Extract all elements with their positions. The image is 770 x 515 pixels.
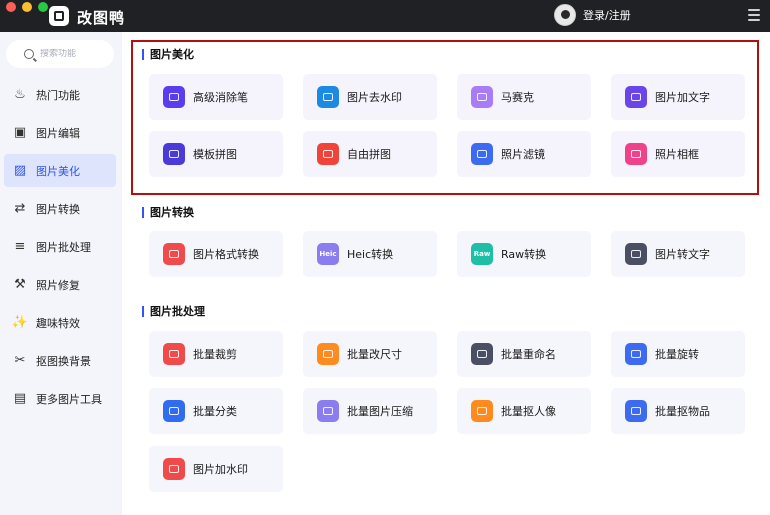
tool-card-label: 图片格式转换 bbox=[193, 248, 259, 261]
batch-compress-icon bbox=[317, 400, 339, 422]
sidebar-item[interactable]: ▣ 图片编辑 bbox=[4, 116, 116, 149]
tool-card[interactable]: 批量改尺寸 bbox=[303, 331, 437, 377]
batch-resize-icon bbox=[317, 343, 339, 365]
title-bar: 改图鸭 登录/注册 bbox=[0, 0, 770, 32]
batch-portrait-cutout-icon bbox=[471, 400, 493, 422]
tool-card-label: 批量抠人像 bbox=[501, 405, 556, 418]
sidebar-item[interactable]: ✨ 趣味特效 bbox=[4, 306, 116, 339]
app-logo-icon bbox=[49, 6, 69, 26]
tool-card-label: 批量重命名 bbox=[501, 348, 556, 361]
tool-card-label: 批量分类 bbox=[193, 405, 237, 418]
batch-crop-icon bbox=[163, 343, 185, 365]
sidebar-item[interactable]: ✂ 抠图换背景 bbox=[4, 344, 116, 377]
section-title: 图片转换 bbox=[142, 204, 194, 220]
tool-card-label: 批量裁剪 bbox=[193, 348, 237, 361]
tool-card-label: 图片转文字 bbox=[655, 248, 710, 261]
batch-classify-icon bbox=[163, 400, 185, 422]
tool-card[interactable]: 图片加水印 bbox=[149, 446, 283, 492]
tool-card[interactable]: 批量裁剪 bbox=[149, 331, 283, 377]
search-icon bbox=[24, 49, 34, 59]
sidebar-item-label: 图片转换 bbox=[36, 202, 80, 216]
tool-card-label: 图片加水印 bbox=[193, 463, 248, 476]
highlight-annotation-box bbox=[131, 40, 759, 195]
sidebar-item-label: 图片编辑 bbox=[36, 126, 80, 140]
batch-icon: ≡ bbox=[14, 239, 26, 254]
maximize-window-button[interactable] bbox=[38, 2, 48, 12]
sidebar-item-label: 照片修复 bbox=[36, 278, 80, 292]
tool-card[interactable]: 图片格式转换 bbox=[149, 231, 283, 277]
section-title: 图片批处理 bbox=[142, 303, 205, 319]
tool-card-label: 批量图片压缩 bbox=[347, 405, 413, 418]
batch-rename-icon bbox=[471, 343, 493, 365]
tool-card-label: Raw转换 bbox=[501, 248, 547, 261]
photo-repair-icon: ⚒ bbox=[14, 277, 26, 292]
tool-card[interactable]: 图片转文字 bbox=[611, 231, 745, 277]
format-convert-icon bbox=[163, 243, 185, 265]
sidebar-item[interactable]: ▨ 图片美化 bbox=[4, 154, 116, 187]
sidebar-nav: ♨ 热门功能 ▣ 图片编辑 ▨ 图片美化 ⇄ 图片转换 ≡ 图片批处理 ⚒ 照片修复 ✨ 趣味特效 ✂ 抠图换… bbox=[4, 78, 116, 420]
sidebar-item-label: 更多图片工具 bbox=[36, 392, 102, 406]
login-label: 登录/注册 bbox=[583, 9, 631, 22]
menu-icon[interactable] bbox=[748, 9, 760, 21]
search-box[interactable] bbox=[6, 40, 114, 68]
batch-object-cutout-icon bbox=[625, 400, 647, 422]
window-controls bbox=[6, 2, 48, 12]
sidebar-item-label: 热门功能 bbox=[36, 88, 80, 102]
app-name: 改图鸭 bbox=[77, 9, 126, 27]
sidebar-item[interactable]: ♨ 热门功能 bbox=[4, 78, 116, 111]
tool-card-label: 批量抠物品 bbox=[655, 405, 710, 418]
image-convert-icon: ⇄ bbox=[14, 201, 26, 216]
tool-card[interactable]: 批量抠人像 bbox=[457, 388, 591, 434]
sidebar: ♨ 热门功能 ▣ 图片编辑 ▨ 图片美化 ⇄ 图片转换 ≡ 图片批处理 ⚒ 照片修复 ✨ 趣味特效 ✂ 抠图换… bbox=[0, 32, 122, 515]
tool-card[interactable]: 批量旋转 bbox=[611, 331, 745, 377]
tool-card[interactable]: Raw Raw转换 bbox=[457, 231, 591, 277]
sidebar-item[interactable]: ⚒ 照片修复 bbox=[4, 268, 116, 301]
image-beautify-icon: ▨ bbox=[13, 163, 27, 178]
sidebar-item[interactable]: ▤ 更多图片工具 bbox=[4, 382, 116, 415]
raw-icon: Raw bbox=[471, 243, 493, 265]
tool-card[interactable]: 批量重命名 bbox=[457, 331, 591, 377]
tool-card[interactable]: 批量分类 bbox=[149, 388, 283, 434]
sidebar-item-label: 图片美化 bbox=[36, 164, 80, 178]
avatar bbox=[554, 4, 576, 26]
sidebar-item-label: 抠图换背景 bbox=[36, 354, 91, 368]
minimize-window-button[interactable] bbox=[22, 2, 32, 12]
search-input[interactable] bbox=[40, 49, 110, 59]
sidebar-item-label: 趣味特效 bbox=[36, 316, 80, 330]
cutout-icon: ✂ bbox=[14, 353, 26, 368]
sidebar-item[interactable]: ⇄ 图片转换 bbox=[4, 192, 116, 225]
fire-icon: ♨ bbox=[14, 87, 26, 102]
tool-card-label: 批量旋转 bbox=[655, 348, 699, 361]
tool-card[interactable]: 批量抠物品 bbox=[611, 388, 745, 434]
sidebar-item-label: 图片批处理 bbox=[36, 240, 91, 254]
tool-card[interactable]: 批量图片压缩 bbox=[303, 388, 437, 434]
login-button[interactable]: 登录/注册 bbox=[554, 4, 631, 26]
tool-card-label: 批量改尺寸 bbox=[347, 348, 402, 361]
tool-card-label: Heic转换 bbox=[347, 248, 394, 261]
toolbox-icon: ▤ bbox=[13, 391, 27, 406]
heic-icon: Heic bbox=[317, 243, 339, 265]
tool-card[interactable]: Heic Heic转换 bbox=[303, 231, 437, 277]
sparkle-icon: ✨ bbox=[11, 315, 29, 330]
add-watermark-icon bbox=[163, 458, 185, 480]
sidebar-item[interactable]: ≡ 图片批处理 bbox=[4, 230, 116, 263]
batch-rotate-icon bbox=[625, 343, 647, 365]
image-edit-icon: ▣ bbox=[13, 125, 27, 140]
close-window-button[interactable] bbox=[6, 2, 16, 12]
image-to-text-icon bbox=[625, 243, 647, 265]
